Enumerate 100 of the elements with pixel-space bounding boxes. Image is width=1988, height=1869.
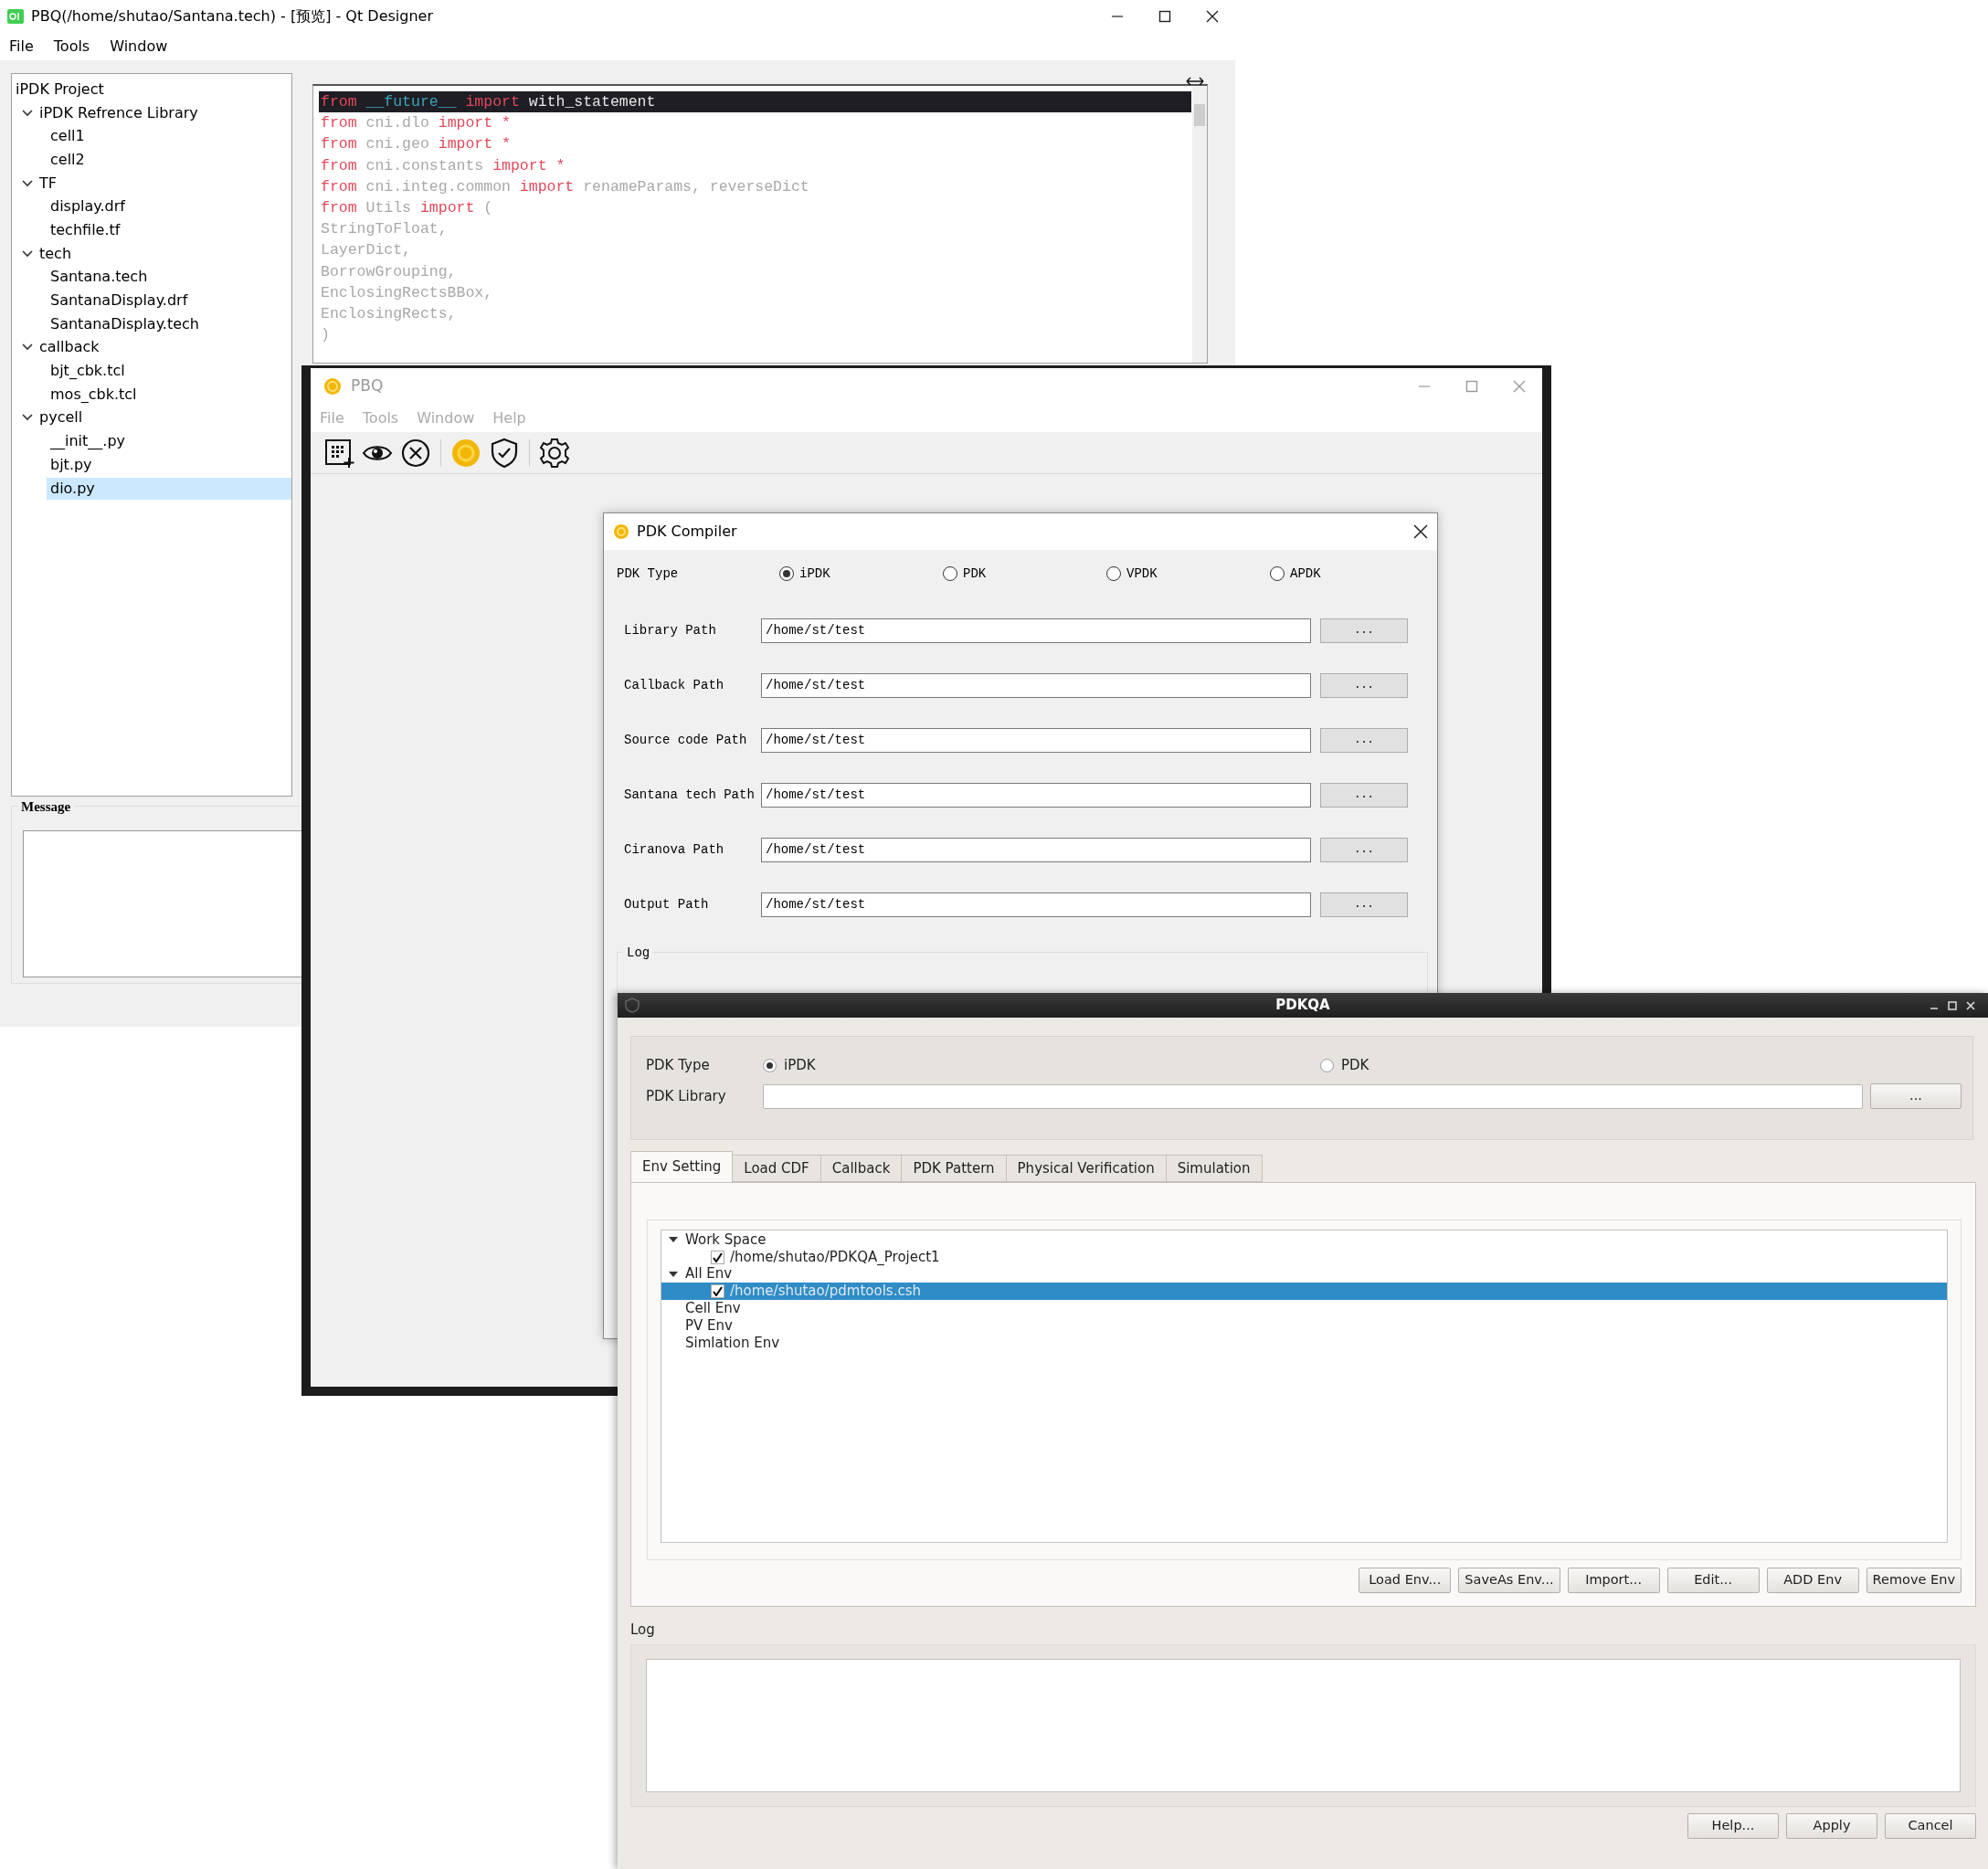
dialog-button[interactable]: Cancel xyxy=(1885,1812,1976,1839)
tab[interactable]: Env Setting xyxy=(630,1151,734,1182)
radio-button[interactable] xyxy=(763,1058,777,1072)
radio-label: VPDK xyxy=(1126,565,1158,583)
tree-item[interactable]: mos_cbk.tcl xyxy=(47,383,141,406)
tree-item-label: /home/shutao/pdmtools.csh xyxy=(730,1284,921,1299)
browse-button[interactable]: ... xyxy=(1320,782,1408,808)
path-field[interactable]: /home/st/test xyxy=(761,727,1311,753)
field-label: Ciranova Path xyxy=(624,840,725,859)
env-button[interactable]: Load Env... xyxy=(1359,1568,1452,1593)
expand-arrow-icon[interactable] xyxy=(669,1271,678,1278)
dialog-button[interactable]: Help... xyxy=(1687,1812,1779,1839)
field-label: Santana tech Path xyxy=(624,786,756,804)
browse-button[interactable]: ... xyxy=(1320,837,1408,862)
radio-button[interactable] xyxy=(1320,1058,1334,1072)
tree-item[interactable]: bjt.py xyxy=(47,453,96,476)
window-title: PDKQA xyxy=(1275,996,1330,1016)
tree-item[interactable]: callback xyxy=(39,336,100,359)
expand-arrow-icon[interactable] xyxy=(669,1236,678,1244)
app-logo-icon xyxy=(7,9,24,24)
tree-item[interactable]: display.drf xyxy=(47,195,129,218)
tree-item[interactable]: cell1 xyxy=(47,125,89,148)
path-field[interactable]: /home/st/test xyxy=(761,618,1311,643)
tree-item[interactable]: pycell xyxy=(39,407,83,429)
tree-item[interactable]: PV Env xyxy=(685,1318,733,1333)
radio-button[interactable] xyxy=(1270,566,1285,581)
grid-add-icon[interactable] xyxy=(323,437,354,469)
tree-item[interactable]: Cell Env xyxy=(685,1302,741,1316)
field-label: Source code Path xyxy=(624,731,748,749)
window-title: PDK Compiler xyxy=(637,522,737,542)
tree-item[interactable]: All Env xyxy=(685,1267,733,1282)
tree-item[interactable]: Simlation Env xyxy=(685,1336,780,1350)
tab[interactable]: Physical Verification xyxy=(1006,1155,1167,1182)
code-line: LayerDict, xyxy=(320,240,413,261)
tab[interactable]: Simulation xyxy=(1166,1155,1263,1182)
tree-item[interactable]: cell2 xyxy=(47,148,89,171)
path-field[interactable]: /home/st/test xyxy=(761,837,1311,862)
close-icon[interactable] xyxy=(1413,524,1428,539)
code-line: EnclosingRects, xyxy=(320,303,458,324)
menu-item[interactable]: File xyxy=(9,36,34,58)
env-button[interactable]: Remove Env xyxy=(1866,1568,1962,1593)
cancel-icon[interactable] xyxy=(400,437,431,469)
env-button[interactable]: SaveAs Env... xyxy=(1458,1568,1560,1593)
checkbox[interactable] xyxy=(711,1250,724,1264)
scrollbar-thumb[interactable] xyxy=(1194,104,1205,126)
code-line: from cni.geo import * xyxy=(320,134,512,155)
radio-button[interactable] xyxy=(779,566,794,581)
tree-item-label: /home/shutao/PDKQA_Project1 xyxy=(730,1250,940,1264)
browse-button[interactable]: ... xyxy=(1320,618,1408,643)
env-button[interactable]: Edit... xyxy=(1666,1568,1760,1593)
tree-item[interactable]: dio.py xyxy=(47,477,291,500)
close-icon[interactable] xyxy=(1206,10,1219,23)
code-line: from cni.dlo import * xyxy=(320,113,512,134)
coin-icon xyxy=(323,377,342,396)
scrollbar[interactable] xyxy=(1192,86,1207,363)
tree-item[interactable]: Work Space xyxy=(685,1232,767,1247)
tree-item[interactable]: iPDK Refrence Library xyxy=(39,101,198,124)
path-field[interactable]: /home/st/test xyxy=(761,672,1311,698)
tab[interactable]: PDK Pattern xyxy=(902,1155,1007,1182)
resize-handle-icon[interactable] xyxy=(1186,77,1204,86)
log-label: Log xyxy=(630,1621,656,1640)
code-line: EnclosingRectsBBox, xyxy=(320,282,494,303)
checkbox[interactable] xyxy=(711,1284,724,1299)
browse-button[interactable]: ... xyxy=(1870,1083,1962,1109)
path-field[interactable]: /home/st/test xyxy=(761,892,1311,917)
tree-item[interactable]: TF xyxy=(39,172,57,195)
radio-label: APDK xyxy=(1290,565,1321,583)
field-label: Output Path xyxy=(624,895,710,913)
radio-label: PDK xyxy=(1341,1055,1369,1075)
window-title: PBQ xyxy=(351,375,384,397)
radio-button[interactable] xyxy=(943,566,957,581)
menu-item[interactable]: Tools xyxy=(53,36,90,58)
browse-button[interactable]: ... xyxy=(1320,727,1408,753)
tree-item[interactable]: bjt_cbk.tcl xyxy=(47,360,129,383)
tab[interactable]: Callback xyxy=(820,1155,903,1182)
maximize-icon[interactable] xyxy=(1158,10,1171,23)
tree-item[interactable]: SantanaDisplay.drf xyxy=(47,290,192,312)
radio-label: iPDK xyxy=(799,565,830,583)
menu-item[interactable]: Window xyxy=(110,36,168,58)
browse-button[interactable]: ... xyxy=(1320,892,1408,917)
tree-item[interactable]: SantanaDisplay.tech xyxy=(47,312,203,335)
env-button[interactable]: Import... xyxy=(1567,1568,1660,1593)
library-field[interactable] xyxy=(763,1083,1863,1109)
browse-button[interactable]: ... xyxy=(1320,672,1408,698)
tree-row[interactable]: /home/shutao/PDKQA_Project1 xyxy=(661,1248,1947,1266)
radio-button[interactable] xyxy=(1106,566,1121,581)
dialog-button[interactable]: Apply xyxy=(1786,1812,1877,1839)
field-label: PDK Library xyxy=(646,1086,727,1106)
tab[interactable]: Load CDF xyxy=(733,1155,821,1182)
shield-check-icon[interactable] xyxy=(489,437,520,469)
tree-item[interactable]: techfile.tf xyxy=(47,218,124,241)
path-field[interactable]: /home/st/test xyxy=(761,782,1311,808)
code-line: from cni.integ.common import renameParams, reverseDict xyxy=(320,176,810,197)
settings-icon[interactable] xyxy=(539,437,570,469)
tree-item[interactable]: __init__.py xyxy=(47,430,129,453)
tree-item[interactable]: Santana.tech xyxy=(47,266,152,289)
tree-header: iPDK Project xyxy=(16,79,105,100)
tree-item[interactable]: tech xyxy=(39,242,72,265)
env-button[interactable]: ADD Env xyxy=(1766,1568,1859,1593)
check-icon xyxy=(713,1286,723,1297)
